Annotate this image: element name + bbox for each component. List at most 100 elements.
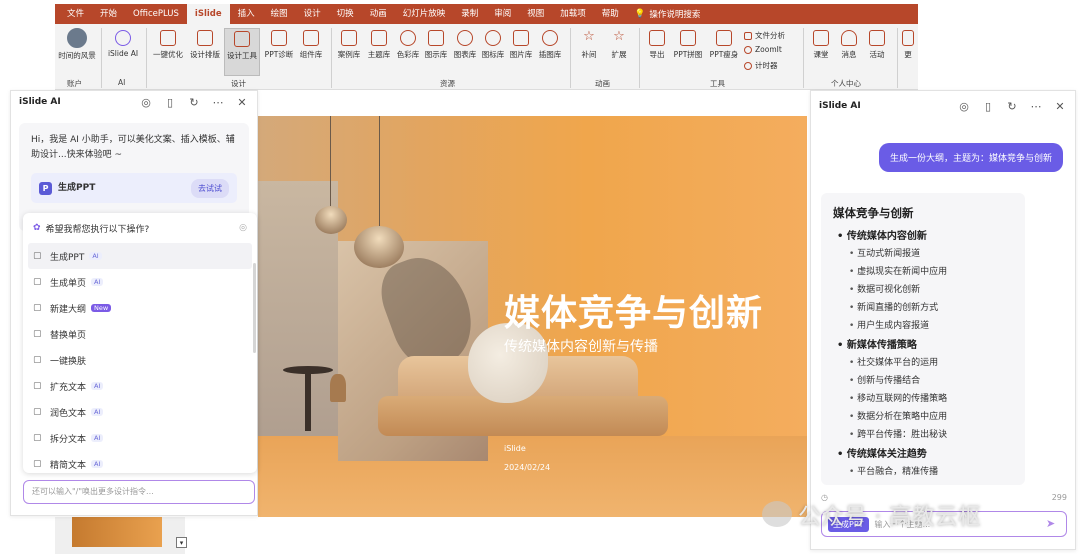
classroom-label: 课堂 xyxy=(813,50,829,59)
ppt-slim-button[interactable]: PPT瘦身 xyxy=(707,28,741,60)
ppt-merge-label: PPT拼图 xyxy=(673,50,703,59)
slide-author[interactable]: iSlide xyxy=(504,444,526,453)
cases-button[interactable]: 案例库 xyxy=(335,28,363,60)
tell-me[interactable]: 💡 操作说明搜索 xyxy=(635,8,701,20)
more-button[interactable]: 更 xyxy=(901,28,915,60)
icon-lib-button[interactable]: 图标库 xyxy=(479,28,507,60)
slide-date[interactable]: 2024/02/24 xyxy=(504,463,550,472)
slide-subtitle[interactable]: 传统媒体内容创新与传播 xyxy=(504,336,658,356)
expand-label: 扩展 xyxy=(611,50,627,59)
menu-item-badge: AI xyxy=(91,408,104,416)
slide-canvas[interactable]: 媒体竞争与创新 传统媒体内容创新与传播 iSlide 2024/02/24 xyxy=(258,116,807,517)
tab-8[interactable]: 动画 xyxy=(362,4,395,24)
group-design: 设计 xyxy=(231,79,246,88)
charts-label: 图表库 xyxy=(453,50,477,59)
menu-item[interactable]: ▢ 生成单页 AI xyxy=(23,269,257,295)
menu-item[interactable]: ▢ 拆分文本 AI xyxy=(23,425,257,451)
tab-12[interactable]: 视图 xyxy=(519,4,552,24)
outline-item: 互动式新闻报道 xyxy=(849,246,1013,259)
diagrams-button[interactable]: 图示库 xyxy=(422,28,450,60)
classroom-button[interactable]: 课堂 xyxy=(809,28,833,60)
tab-0[interactable]: 文件 xyxy=(59,4,92,24)
ppt-diag-button[interactable]: PPT诊断 xyxy=(262,28,296,60)
outline-item: 新闻直播的创新方式 xyxy=(849,300,1013,313)
user-message-bubble: 生成一份大纲，主题为：媒体竞争与创新 xyxy=(878,143,1063,172)
menu-item[interactable]: ▢ 新建大纲 New xyxy=(23,295,257,321)
illustrations-button[interactable]: 插图库 xyxy=(536,28,564,60)
slide-title[interactable]: 媒体竞争与创新 xyxy=(504,284,763,336)
tab-4[interactable]: 插入 xyxy=(230,4,263,24)
colors-button[interactable]: 色彩库 xyxy=(394,28,422,60)
islide-ai-button[interactable]: iSlide AI xyxy=(105,28,141,58)
themes-button[interactable]: 主题库 xyxy=(365,28,393,60)
try-button[interactable]: 去试试 xyxy=(191,178,229,198)
outline-item: 数据可视化创新 xyxy=(849,282,1013,295)
target-icon[interactable]: ◎ xyxy=(957,100,971,113)
refresh-icon[interactable]: ↻ xyxy=(1005,100,1019,113)
generate-ppt-card[interactable]: P 生成PPT 去试试 xyxy=(31,173,237,203)
tab-6[interactable]: 设计 xyxy=(296,4,329,24)
wechat-logo-icon xyxy=(762,501,792,527)
pictures-button[interactable]: 图片库 xyxy=(507,28,535,60)
ppt-merge-button[interactable]: PPT拼图 xyxy=(671,28,705,60)
divider xyxy=(331,28,332,88)
close-icon[interactable]: ✕ xyxy=(235,96,249,109)
menu-item[interactable]: ▢ 精简文本 AI xyxy=(23,451,257,477)
refresh-icon[interactable]: ↻ xyxy=(187,96,201,109)
menu-item[interactable]: ▢ 润色文本 AI xyxy=(23,399,257,425)
expand-button[interactable]: ☆ 扩展 xyxy=(607,28,631,60)
tab-9[interactable]: 幻灯片放映 xyxy=(395,4,454,24)
tab-11[interactable]: 审阅 xyxy=(486,4,519,24)
close-icon[interactable]: ✕ xyxy=(1053,100,1067,113)
app-root: 文件 开始 OfficePLUS iSlide 插入 绘图 设计 切换 动画 幻灯片放映 录制 审阅视… xyxy=(0,0,1080,554)
tab-2[interactable]: OfficePLUS xyxy=(125,4,187,24)
menu-item-label: 润色文本 xyxy=(50,408,87,419)
divider xyxy=(146,28,147,88)
more-icon[interactable]: ⋯ xyxy=(211,96,225,109)
menu-item[interactable]: ▢ 替换单页 xyxy=(23,321,257,347)
star-icon: ☆ xyxy=(583,29,595,44)
design-layout-button[interactable]: 设计排版 xyxy=(188,28,222,60)
more-icon[interactable]: ⋯ xyxy=(1029,100,1043,113)
design-tools-button[interactable]: 设计工具 xyxy=(224,28,260,76)
menu-item[interactable]: ▢ 一键换肤 xyxy=(23,347,257,373)
menu-item-badge: AI xyxy=(91,434,104,442)
layout-toggle-icon[interactable]: ▯ xyxy=(163,96,177,109)
target-icon[interactable]: ◎ xyxy=(139,96,153,109)
account-button[interactable]: 时间的风景 xyxy=(57,28,97,61)
messages-button[interactable]: 消息 xyxy=(837,28,861,60)
menu-item-label: 精简文本 xyxy=(50,460,87,471)
tab-10[interactable]: 录制 xyxy=(453,4,486,24)
export-label: 导出 xyxy=(649,50,665,59)
dropdown-arrow-icon[interactable]: ▾ xyxy=(176,537,187,548)
timer-button[interactable]: 计时器 xyxy=(744,60,778,71)
activity-button[interactable]: 活动 xyxy=(865,28,889,60)
tween-button[interactable]: ☆ 补间 xyxy=(577,28,601,60)
menu-scrollbar[interactable] xyxy=(253,263,256,353)
tab-5[interactable]: 绘图 xyxy=(263,4,296,24)
one-click-button[interactable]: 一键优化 xyxy=(151,28,185,60)
menu-item[interactable]: ▢ 扩充文本 AI xyxy=(23,373,257,399)
tab-7[interactable]: 切换 xyxy=(329,4,362,24)
file-analysis-button[interactable]: 文件分析 xyxy=(744,30,785,41)
components-button[interactable]: 组件库 xyxy=(297,28,325,60)
tab-1[interactable]: 开始 xyxy=(92,4,125,24)
settings-icon[interactable]: ◎ xyxy=(239,223,247,233)
tab-14[interactable]: 帮助 xyxy=(594,4,627,24)
layout-toggle-icon[interactable]: ▯ xyxy=(981,100,995,113)
watermark-text: 公众号 · 高教云枢 xyxy=(798,504,981,530)
command-menu-list: ▢ 生成PPT AI ▢ 生成单页 AI ▢ 新建大纲 New ▢ 替换单页 ▢ 一键换肤 ▢ 扩充文本 AI… xyxy=(23,243,257,477)
ai-icon xyxy=(115,30,131,46)
outline-item: 社交媒体平台的运用 xyxy=(849,355,1013,368)
charts-button[interactable]: 图表库 xyxy=(451,28,479,60)
tab-13[interactable]: 加载项 xyxy=(552,4,594,24)
slide-thumbnail[interactable] xyxy=(72,517,162,547)
components-label: 组件库 xyxy=(299,50,323,59)
command-input[interactable]: 还可以输入"/"唤出更多设计指令... xyxy=(23,480,255,504)
export-button[interactable]: 导出 xyxy=(645,28,669,60)
tab-3[interactable]: iSlide xyxy=(186,4,230,24)
menu-item[interactable]: ▢ 生成PPT AI xyxy=(28,243,252,269)
zoomit-label: ZoomIt xyxy=(755,45,782,54)
send-icon[interactable]: ➤ xyxy=(1046,517,1060,531)
zoomit-button[interactable]: ZoomIt xyxy=(744,45,782,54)
